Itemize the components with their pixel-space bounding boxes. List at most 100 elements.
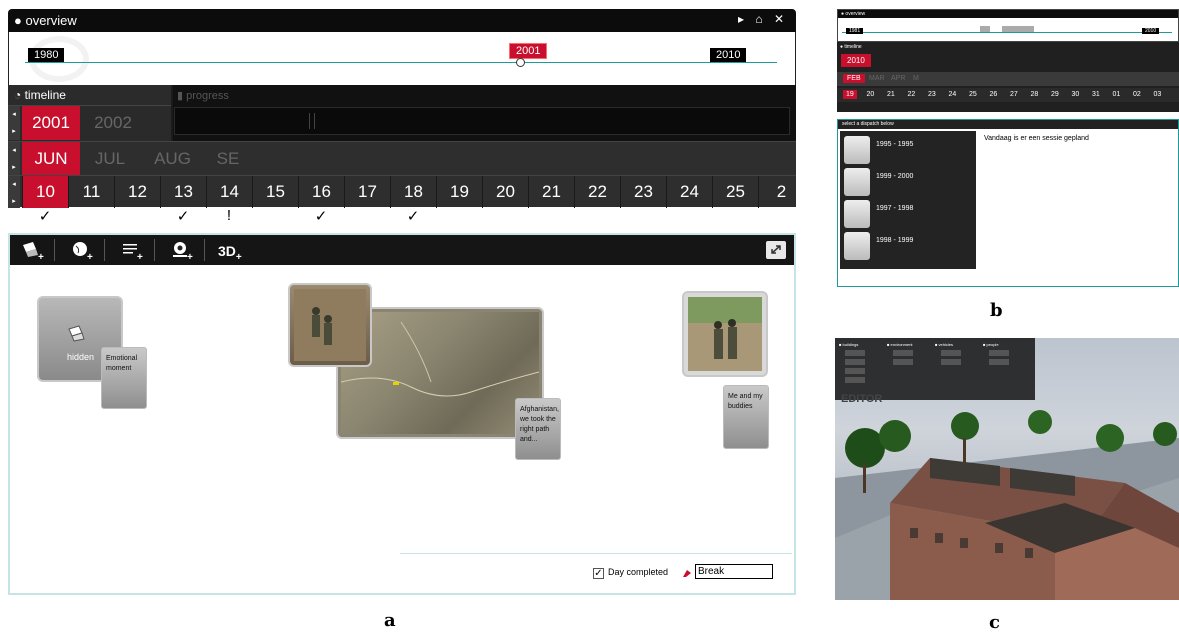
day-item[interactable]: 19 [436, 176, 482, 208]
menu-item[interactable] [893, 350, 913, 356]
month-selected[interactable]: JUN [22, 142, 80, 176]
menu-item[interactable] [893, 359, 913, 365]
buddies-card-note[interactable]: Me and my buddies [723, 385, 769, 449]
day-item[interactable]: 15 [252, 176, 298, 208]
image-stack-icon [68, 325, 85, 342]
b-day-item[interactable]: 02 [1130, 90, 1144, 99]
b-month-item[interactable]: M [909, 74, 923, 83]
day-item[interactable]: 25 [712, 176, 758, 208]
add-map-button[interactable]: + [70, 239, 96, 263]
dispatch-editor: + + + + 3D+ hidden Emotional moment Afgh… [8, 233, 796, 595]
overview-year-end[interactable]: 2010 [710, 48, 747, 62]
day-item[interactable]: 12 [114, 176, 160, 208]
b-day-item[interactable]: 28 [1028, 90, 1042, 99]
b-day-item[interactable]: 21 [884, 90, 898, 99]
menu-item[interactable] [941, 359, 961, 365]
day-selected[interactable]: 10 [22, 176, 68, 208]
b-dispatch-item[interactable]: 1995 - 1995 [840, 135, 974, 165]
menu-item[interactable] [845, 377, 865, 383]
menu-item[interactable] [845, 350, 865, 356]
day-item[interactable]: 22 [574, 176, 620, 208]
overview-strip[interactable]: 1980 2001 2010 [8, 32, 796, 102]
menu-header-environment[interactable]: ■ environment [887, 342, 913, 347]
day-check-mark: ✓ [38, 208, 52, 225]
progress-track [174, 107, 790, 135]
b-dispatch-thumb [844, 168, 870, 196]
b-day-item[interactable]: 30 [1069, 90, 1083, 99]
day-item[interactable]: 17 [344, 176, 390, 208]
month-arrows[interactable]: ◂ ▸ [8, 142, 20, 176]
month-item[interactable]: AUG [150, 142, 195, 176]
menu-item[interactable] [845, 359, 865, 365]
day-item[interactable]: 18 [390, 176, 436, 208]
menu-header-people[interactable]: ■ people [983, 342, 999, 347]
expand-button[interactable] [766, 241, 786, 259]
b-day-selected[interactable]: 19 [843, 90, 857, 99]
b-dispatch-item[interactable]: 1998 - 1999 [840, 231, 974, 261]
b-day-item[interactable]: 26 [987, 90, 1001, 99]
b-month-selected[interactable]: FEB [843, 74, 865, 83]
break-input[interactable] [695, 564, 773, 579]
menu-header-vehicles[interactable]: ■ vehicles [935, 342, 953, 347]
window-controls[interactable]: ▸ ⌂ ✕ [738, 12, 788, 26]
menu-header-buildings[interactable]: ■ buildings [839, 342, 858, 347]
day-item[interactable]: 21 [528, 176, 574, 208]
month-item[interactable]: SE [213, 142, 243, 176]
day-completed-checkbox[interactable]: ✓ [593, 568, 604, 579]
day-item[interactable]: 13 [160, 176, 206, 208]
year-selected[interactable]: 2001 [22, 106, 80, 140]
menu-item[interactable] [941, 350, 961, 356]
menu-item[interactable] [989, 359, 1009, 365]
b-day-item[interactable]: 31 [1089, 90, 1103, 99]
timeline-tab[interactable]: ◔ timeline [8, 85, 171, 105]
b-day-item[interactable]: 25 [966, 90, 980, 99]
day-warning-mark: ! [226, 207, 232, 224]
add-3d-button[interactable]: 3D+ [218, 243, 242, 265]
b-year-end[interactable]: 2010 [1142, 28, 1160, 34]
add-text-button[interactable]: + [120, 239, 146, 263]
b-day-item[interactable]: 03 [1151, 90, 1165, 99]
year-row: ◂ ▸ 2001 2002 [8, 105, 171, 141]
b-day-item[interactable]: 24 [946, 90, 960, 99]
b-overview-axis [842, 32, 1172, 33]
b-dispatch-item[interactable]: 1999 - 2000 [840, 167, 974, 197]
map-card-note[interactable]: Afghanistan, we took the right path and.… [515, 398, 561, 460]
b-day-item[interactable]: 23 [925, 90, 939, 99]
soldiers-photo-card[interactable] [288, 283, 372, 367]
b-dispatch-item[interactable]: 1997 - 1998 [840, 199, 974, 229]
b-month-item[interactable]: MAR [865, 74, 889, 83]
day-item[interactable]: 23 [620, 176, 666, 208]
day-arrows[interactable]: ◂ ▸ [8, 176, 20, 208]
day-item[interactable]: 20 [482, 176, 528, 208]
day-item[interactable]: 16 [298, 176, 344, 208]
b-day-item[interactable]: 29 [1048, 90, 1062, 99]
year-next[interactable]: 2002 [88, 106, 138, 140]
hidden-card-note[interactable]: Emotional moment [101, 347, 147, 409]
b-year-selected[interactable]: 2010 [841, 54, 871, 67]
add-camera-button[interactable]: + [170, 239, 196, 263]
overview-slider-handle[interactable] [516, 58, 525, 67]
month-item[interactable]: JUL [90, 142, 130, 176]
day-item[interactable]: 24 [666, 176, 712, 208]
day-item[interactable]: 14 [206, 176, 252, 208]
day-item[interactable]: 11 [68, 176, 114, 208]
b-dispatch-range: 1995 - 1995 [876, 141, 914, 148]
b-overview-titlebar: ● overview [838, 10, 1178, 18]
overview-year-selected[interactable]: 2001 [509, 43, 548, 59]
b-day-item[interactable]: 27 [1007, 90, 1021, 99]
progress-label: ▮ progress [177, 90, 229, 102]
add-image-button[interactable]: + [20, 239, 46, 263]
day-item[interactable]: 2 [758, 176, 804, 208]
buddies-photo-card[interactable] [682, 291, 768, 377]
b-month-item[interactable]: APR [887, 74, 909, 83]
3d-scene[interactable]: ■ buildings ■ environment ■ vehicles ■ p… [835, 338, 1179, 600]
day-check-mark: ✓ [314, 208, 328, 225]
overview-year-start[interactable]: 1980 [28, 48, 65, 62]
menu-item[interactable] [845, 368, 865, 374]
b-day-item[interactable]: 01 [1110, 90, 1124, 99]
menu-item[interactable] [989, 350, 1009, 356]
year-arrows[interactable]: ◂ ▸ [8, 106, 20, 140]
b-year-start[interactable]: 1981 [846, 28, 864, 34]
b-day-item[interactable]: 20 [864, 90, 878, 99]
b-day-item[interactable]: 22 [905, 90, 919, 99]
